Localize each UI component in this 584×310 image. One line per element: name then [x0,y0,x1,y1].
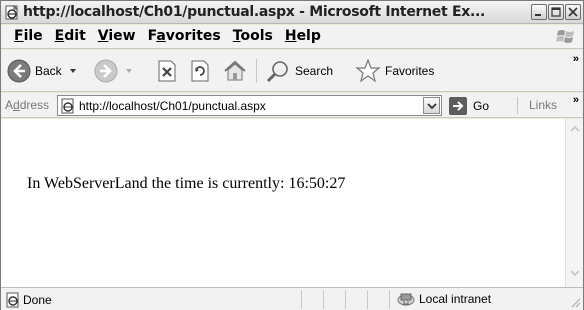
vertical-scrollbar[interactable] [565,119,583,287]
menu-favorites[interactable]: Favorites [144,28,229,44]
status-divider [367,290,368,309]
status-divider [301,290,302,309]
toolbar-separator [256,59,257,83]
status-divider [389,290,390,309]
go-label: Go [473,99,490,113]
page-icon [61,98,74,114]
windows-logo-icon [556,30,574,43]
go-button[interactable]: Go [449,96,489,116]
menu-bar: File Edit View Favorites Tools Help [1,25,583,49]
search-button[interactable]: Search [265,56,333,86]
favorites-label: Favorites [385,64,435,78]
refresh-icon [191,60,209,82]
maximize-icon [551,7,561,17]
intranet-icon [397,293,415,306]
address-dropdown-button[interactable] [423,97,440,114]
toolbar-more-icon[interactable]: » [573,53,579,65]
status-divider [345,290,346,309]
scroll-down-icon[interactable] [570,269,580,277]
close-icon [568,7,578,17]
home-button[interactable] [223,56,247,86]
menu-tools[interactable]: Tools [229,28,281,44]
menu-view[interactable]: View [94,28,144,44]
address-bar: Address http://localhost/Ch01/punctual.a… [1,93,583,118]
resize-grip-icon[interactable] [569,296,581,308]
search-label: Search [295,64,334,78]
close-button[interactable] [565,4,581,20]
links-button[interactable]: Links [529,98,557,112]
back-arrow-icon [7,59,31,83]
back-dropdown-icon[interactable] [69,69,76,73]
home-icon [224,60,246,81]
favorites-button[interactable]: Favorites [355,56,434,86]
back-button[interactable]: Back [7,56,76,86]
address-label: Address [5,98,50,112]
refresh-button[interactable] [189,56,211,86]
time-message: In WebServerLand the time is currently: … [27,175,346,192]
menu-file[interactable]: File [10,28,51,44]
zone-label: Local intranet [419,292,492,306]
favorites-star-icon [355,59,381,83]
links-more-icon[interactable]: » [573,94,579,106]
go-arrow-icon [449,97,467,115]
search-icon [266,61,288,83]
menu-help[interactable]: Help [281,28,329,44]
menu-edit[interactable]: Edit [51,28,94,44]
forward-button[interactable] [94,56,132,86]
forward-arrow-icon [94,59,118,83]
page-done-icon [6,292,19,308]
address-separator [517,97,518,114]
status-bar: Done Local intranet [1,287,583,310]
title-bar[interactable]: http://localhost/Ch01/punctual.aspx - Mi… [1,1,583,24]
address-value: http://localhost/Ch01/punctual.aspx [79,99,266,113]
status-text: Done [23,293,52,307]
status-divider [323,290,324,309]
browser-window: http://localhost/Ch01/punctual.aspx - Mi… [0,0,584,310]
address-input[interactable]: http://localhost/Ch01/punctual.aspx [57,95,442,116]
chevron-down-icon [427,103,437,109]
stop-icon [158,60,176,82]
minimize-button[interactable] [531,4,547,20]
ie-page-icon [5,5,19,20]
maximize-button[interactable] [548,4,564,20]
minimize-icon [535,14,541,16]
page-content: In WebServerLand the time is currently: … [1,119,565,287]
forward-dropdown-icon[interactable] [126,69,132,73]
stop-button[interactable] [156,56,178,86]
security-zone[interactable]: Local intranet [397,291,491,307]
window-title: http://localhost/Ch01/punctual.aspx - Mi… [23,4,485,20]
standard-toolbar: Back Search Favorites » [1,50,583,92]
scroll-up-icon[interactable] [570,125,580,133]
back-label: Back [35,64,62,78]
